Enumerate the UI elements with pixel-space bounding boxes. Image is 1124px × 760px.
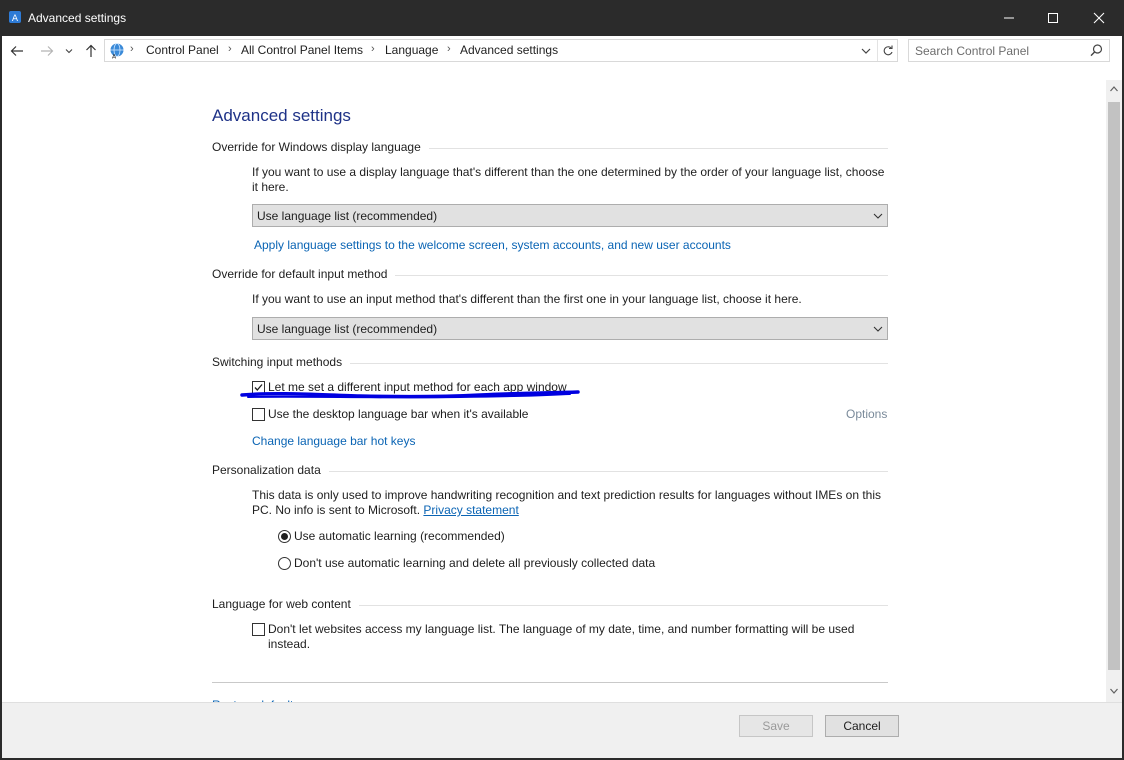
language-bar-checkbox[interactable] xyxy=(252,408,265,421)
section-display-language: Override for Windows display language xyxy=(212,140,888,156)
search-box[interactable] xyxy=(908,39,1110,62)
chevron-down-icon xyxy=(65,49,73,54)
maximize-button[interactable] xyxy=(1030,0,1076,36)
privacy-statement-link[interactable]: Privacy statement xyxy=(423,503,518,517)
vertical-scrollbar[interactable] xyxy=(1106,80,1122,702)
web-language-list-checkbox[interactable] xyxy=(252,623,265,636)
input-method-description: If you want to use an input method that'… xyxy=(252,292,802,306)
section-heading: Override for Windows display language xyxy=(212,140,429,154)
personalization-description-text: This data is only used to improve handwr… xyxy=(252,488,882,517)
breadcrumb-all-items[interactable]: All Control Panel Items xyxy=(241,43,363,57)
radio-no-learning[interactable] xyxy=(278,557,291,570)
select-value: Use language list (recommended) xyxy=(257,322,438,336)
section-heading: Switching input methods xyxy=(212,355,351,369)
save-button[interactable]: Save xyxy=(739,715,813,737)
scrollbar-thumb[interactable] xyxy=(1108,102,1120,670)
chevron-down-icon xyxy=(873,213,883,219)
select-value: Use language list (recommended) xyxy=(257,209,438,223)
maximize-icon xyxy=(1048,13,1058,23)
checkbox-label-continued: instead. xyxy=(268,637,311,651)
checkbox-label: Use the desktop language bar when it's a… xyxy=(268,407,529,421)
forward-button[interactable] xyxy=(38,42,56,60)
change-hotkeys-link[interactable]: Change language bar hot keys xyxy=(252,434,415,448)
chevron-down-icon xyxy=(873,326,883,332)
back-arrow-icon xyxy=(10,46,23,56)
up-arrow-icon xyxy=(86,44,96,57)
navigation-bar: A › Control Panel › All Control Panel It… xyxy=(2,36,1122,66)
section-personalization: Personalization data xyxy=(212,463,888,479)
forward-arrow-icon xyxy=(41,46,54,56)
radio-automatic-learning[interactable] xyxy=(278,530,291,543)
web-language-list-checkbox-row[interactable]: Don't let websites access my language li… xyxy=(252,622,888,654)
breadcrumb-advanced-settings[interactable]: Advanced settings xyxy=(460,43,558,57)
radio-label: Don't use automatic learning and delete … xyxy=(294,556,656,570)
cancel-button[interactable]: Cancel xyxy=(825,715,899,737)
title-bar: A Advanced settings xyxy=(0,0,1124,36)
checkbox-label: Let me set a different input method for … xyxy=(268,380,567,394)
address-bar[interactable]: A › Control Panel › All Control Panel It… xyxy=(104,39,898,62)
bottom-divider xyxy=(212,682,888,683)
window-body: A › Control Panel › All Control Panel It… xyxy=(2,36,1122,758)
refresh-button[interactable] xyxy=(877,40,898,61)
back-button[interactable] xyxy=(8,42,26,60)
content-scroll-area: Advanced settings Override for Windows d… xyxy=(2,66,1122,702)
control-panel-app-icon: A xyxy=(9,11,21,24)
up-button[interactable] xyxy=(82,42,100,60)
section-switching-input: Switching input methods xyxy=(212,355,888,371)
input-method-select[interactable]: Use language list (recommended) xyxy=(252,317,888,340)
address-dropdown-icon[interactable] xyxy=(859,44,873,58)
recent-locations-button[interactable] xyxy=(62,42,76,60)
display-language-select[interactable]: Use language list (recommended) xyxy=(252,204,888,227)
per-app-input-checkbox[interactable] xyxy=(252,381,265,394)
refresh-icon xyxy=(883,45,893,55)
section-heading: Language for web content xyxy=(212,597,359,611)
breadcrumb-separator-icon[interactable]: › xyxy=(228,43,232,55)
breadcrumb-separator-icon[interactable]: › xyxy=(447,43,451,55)
search-input[interactable] xyxy=(915,43,1083,58)
section-input-method: Override for default input method xyxy=(212,267,888,283)
minimize-button[interactable] xyxy=(986,0,1032,36)
page-title: Advanced settings xyxy=(212,106,351,125)
control-panel-icon: A xyxy=(110,43,124,59)
display-language-description: If you want to use a display language th… xyxy=(252,165,885,194)
close-icon xyxy=(1093,12,1105,24)
breadcrumb-control-panel[interactable]: Control Panel xyxy=(146,43,219,57)
apply-welcome-screen-link[interactable]: Apply language settings to the welcome s… xyxy=(254,238,731,252)
personalization-description: This data is only used to improve handwr… xyxy=(252,488,888,518)
radio-label: Use automatic learning (recommended) xyxy=(294,529,505,543)
breadcrumb-language[interactable]: Language xyxy=(385,43,438,57)
options-link[interactable]: Options xyxy=(846,407,887,421)
breadcrumb-separator-icon: › xyxy=(130,43,134,55)
minimize-icon xyxy=(1004,17,1014,19)
section-heading: Personalization data xyxy=(212,463,329,477)
scroll-down-icon[interactable] xyxy=(1109,686,1119,696)
search-icon[interactable] xyxy=(1089,43,1104,58)
close-button[interactable] xyxy=(1076,0,1122,36)
checkmark-icon xyxy=(254,384,263,391)
checkbox-label: Don't let websites access my language li… xyxy=(268,622,855,636)
breadcrumb-separator-icon[interactable]: › xyxy=(371,43,375,55)
section-web-content: Language for web content xyxy=(212,597,888,613)
radio-selected-dot xyxy=(281,533,288,540)
window-title: Advanced settings xyxy=(28,11,127,25)
dialog-footer: Save Cancel xyxy=(2,702,1122,758)
svg-text:A: A xyxy=(12,14,19,24)
scroll-up-icon[interactable] xyxy=(1109,84,1119,94)
section-heading: Override for default input method xyxy=(212,267,396,281)
